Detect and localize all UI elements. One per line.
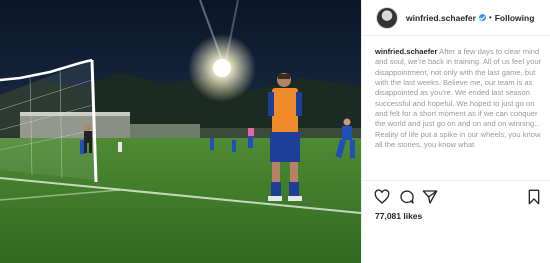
post-header: winfried.schaefer • Following xyxy=(362,0,550,36)
avatar[interactable] xyxy=(376,6,398,29)
action-bar: 77,081 likes xyxy=(362,180,550,232)
heart-icon[interactable] xyxy=(374,189,390,205)
post-caption: winfried.schaefer After a few days to cl… xyxy=(375,47,545,150)
header-username[interactable]: winfried.schaefer xyxy=(406,13,476,23)
caption-text: After a few days to clear mind and soul,… xyxy=(375,47,542,150)
post-sidebar: winfried.schaefer • Following winfried.s… xyxy=(361,0,550,263)
goal-net xyxy=(0,58,98,183)
following-button[interactable]: Following xyxy=(495,13,535,23)
separator-dot: • xyxy=(488,13,492,22)
likes-count[interactable]: 77,081 likes xyxy=(375,211,422,221)
caption-username[interactable]: winfried.schaefer xyxy=(375,47,437,56)
bookmark-icon[interactable] xyxy=(526,189,542,205)
training-scene xyxy=(0,0,361,263)
share-icon[interactable] xyxy=(422,189,438,205)
verified-icon xyxy=(478,14,486,21)
instagram-post: winfried.schaefer • Following winfried.s… xyxy=(0,0,550,263)
comment-icon[interactable] xyxy=(399,189,415,205)
post-photo[interactable] xyxy=(0,0,361,263)
